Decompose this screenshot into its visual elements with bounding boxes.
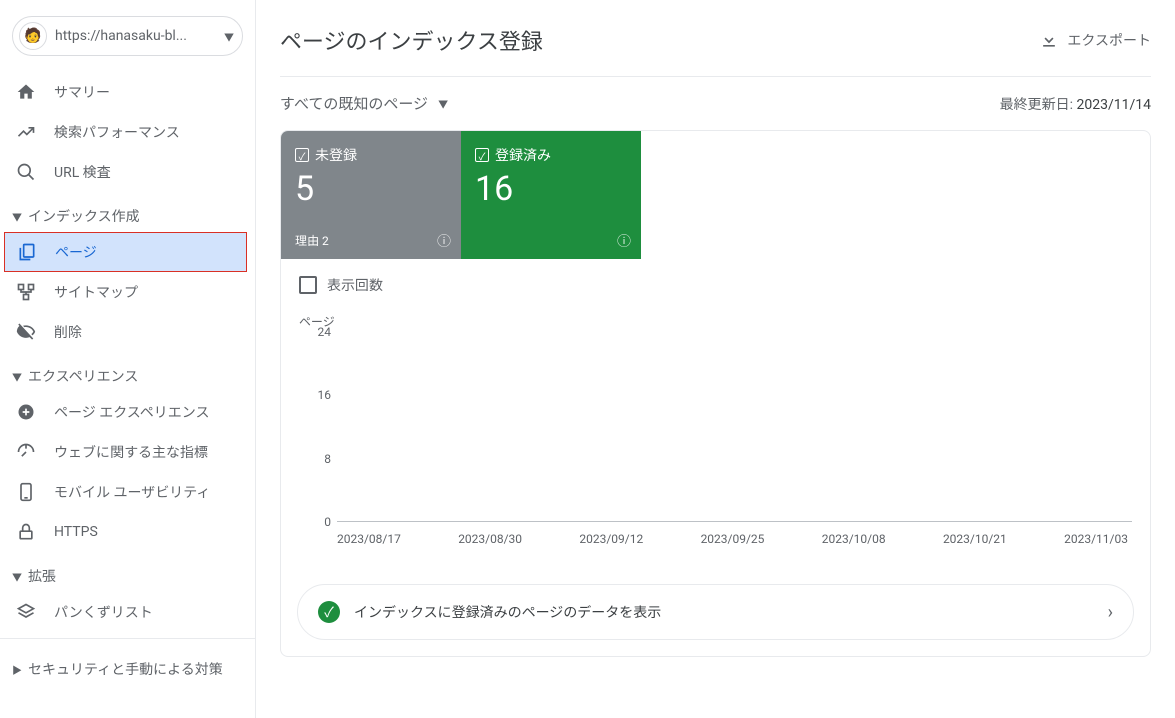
home-icon: [16, 82, 36, 102]
status-tabs: 未登録 5 理由 2 ⓘ 登録済み 16 ⓘ: [281, 131, 1150, 259]
impressions-label: 表示回数: [327, 275, 383, 295]
chart-yaxis: 081624: [299, 332, 337, 522]
chevron-down-icon: ▼: [438, 96, 448, 111]
sidebar-item-sitemaps[interactable]: サイトマップ: [0, 272, 247, 312]
chart: ページ 081624 2023/08/172023/08/302023/09/1…: [281, 295, 1150, 568]
chevron-right-icon: ›: [1108, 602, 1113, 623]
sidebar-section-experience[interactable]: ▼ エクスペリエンス: [0, 352, 255, 392]
tab-label: 登録済み: [495, 145, 551, 165]
sidebar-item-pages[interactable]: ページ: [4, 232, 247, 272]
chart-ylabel: ページ: [299, 313, 1132, 330]
last-updated: 最終更新日: 2023/11/14: [1000, 94, 1151, 114]
page-filter[interactable]: すべての既知のページ ▼: [280, 93, 448, 114]
sidebar-item-label: ページ: [55, 242, 97, 262]
sidebar-item-summary[interactable]: サマリー: [0, 72, 247, 112]
banner-text: インデックスに登録済みのページのデータを表示: [354, 602, 1094, 622]
lock-icon: [16, 522, 36, 542]
sidebar-item-label: サマリー: [54, 82, 110, 102]
main: ページのインデックス登録 エクスポート すべての既知のページ ▼ 最終更新日: …: [256, 0, 1175, 718]
sidebar-item-label: URL 検査: [54, 162, 111, 182]
search-icon: [16, 162, 36, 182]
sidebar-item-page-experience[interactable]: ページ エクスペリエンス: [0, 392, 247, 432]
tab-not-indexed[interactable]: 未登録 5 理由 2 ⓘ: [281, 131, 461, 259]
download-icon: [1039, 30, 1059, 50]
sidebar-item-label: パンくずリスト: [54, 602, 153, 622]
view-indexed-data-banner[interactable]: ✓ インデックスに登録済みのページのデータを表示 ›: [297, 584, 1134, 640]
tab-value: 16: [475, 169, 627, 209]
trending-icon: [16, 122, 36, 142]
sidebar: 🧑 https://hanasaku-bl... ▼ サマリー 検索パフォーマン…: [0, 0, 256, 718]
sitemap-icon: [16, 282, 36, 302]
section-title: セキュリティと手動による対策: [28, 659, 223, 679]
sidebar-section-indexing[interactable]: ▼ インデックス作成: [0, 192, 255, 232]
checkbox-icon: [475, 148, 489, 162]
speed-icon: [16, 442, 36, 462]
help-icon[interactable]: ⓘ: [437, 231, 451, 251]
check-circle-icon: ✓: [318, 601, 340, 623]
chevron-down-icon: ▼: [12, 369, 22, 384]
sidebar-item-label: ウェブに関する主な指標: [54, 442, 208, 462]
chevron-down-icon: ▼: [12, 569, 22, 584]
section-title: 拡張: [28, 566, 56, 586]
sidebar-item-https[interactable]: HTTPS: [0, 512, 247, 552]
tab-indexed[interactable]: 登録済み 16 ⓘ: [461, 131, 641, 259]
checkbox-icon: [295, 148, 309, 162]
sidebar-item-core-web-vitals[interactable]: ウェブに関する主な指標: [0, 432, 247, 472]
chevron-right-icon: ▶: [12, 662, 22, 677]
chart-card: 未登録 5 理由 2 ⓘ 登録済み 16 ⓘ 表示回数 ページ 081624: [280, 130, 1151, 657]
site-url: https://hanasaku-bl...: [55, 28, 216, 44]
page-header: ページのインデックス登録 エクスポート: [280, 16, 1151, 76]
tab-subtitle: 理由 2: [295, 232, 329, 249]
layers-icon: [16, 602, 36, 622]
export-label: エクスポート: [1067, 30, 1151, 50]
mobile-icon: [16, 482, 36, 502]
filter-label: すべての既知のページ: [280, 93, 428, 114]
sidebar-section-security[interactable]: ▶ セキュリティと手動による対策: [0, 645, 255, 685]
export-button[interactable]: エクスポート: [1039, 30, 1151, 50]
sidebar-item-label: サイトマップ: [54, 282, 138, 302]
chevron-down-icon: ▼: [224, 29, 234, 44]
section-title: エクスペリエンス: [28, 366, 138, 386]
sidebar-section-enhancements[interactable]: ▼ 拡張: [0, 552, 255, 592]
sidebar-item-label: HTTPS: [54, 524, 98, 540]
sidebar-item-performance[interactable]: 検索パフォーマンス: [0, 112, 247, 152]
sidebar-item-label: 削除: [54, 322, 82, 342]
chevron-down-icon: ▼: [12, 209, 22, 224]
chart-plot: [337, 332, 1132, 522]
sidebar-item-breadcrumbs[interactable]: パンくずリスト: [0, 592, 247, 632]
sidebar-item-label: モバイル ユーザビリティ: [54, 482, 210, 502]
sidebar-item-removals[interactable]: 削除: [0, 312, 247, 352]
site-avatar-icon: 🧑: [19, 22, 47, 50]
site-selector[interactable]: 🧑 https://hanasaku-bl... ▼: [12, 16, 243, 56]
checkbox-empty-icon: [299, 276, 317, 294]
filter-row: すべての既知のページ ▼ 最終更新日: 2023/11/14: [280, 76, 1151, 130]
visibility-off-icon: [16, 322, 36, 342]
help-icon[interactable]: ⓘ: [617, 231, 631, 251]
sidebar-item-label: ページ エクスペリエンス: [54, 402, 210, 422]
section-title: インデックス作成: [28, 206, 140, 226]
tab-label: 未登録: [315, 145, 357, 165]
pages-icon: [17, 242, 37, 262]
impressions-toggle[interactable]: 表示回数: [281, 259, 1150, 295]
chart-xaxis: 2023/08/172023/08/302023/09/122023/09/25…: [337, 532, 1132, 546]
sidebar-item-url-inspect[interactable]: URL 検査: [0, 152, 247, 192]
page-title: ページのインデックス登録: [280, 24, 543, 56]
sidebar-item-label: 検索パフォーマンス: [54, 122, 180, 142]
tab-value: 5: [295, 169, 447, 209]
plus-circle-icon: [16, 402, 36, 422]
sidebar-item-mobile-usability[interactable]: モバイル ユーザビリティ: [0, 472, 247, 512]
